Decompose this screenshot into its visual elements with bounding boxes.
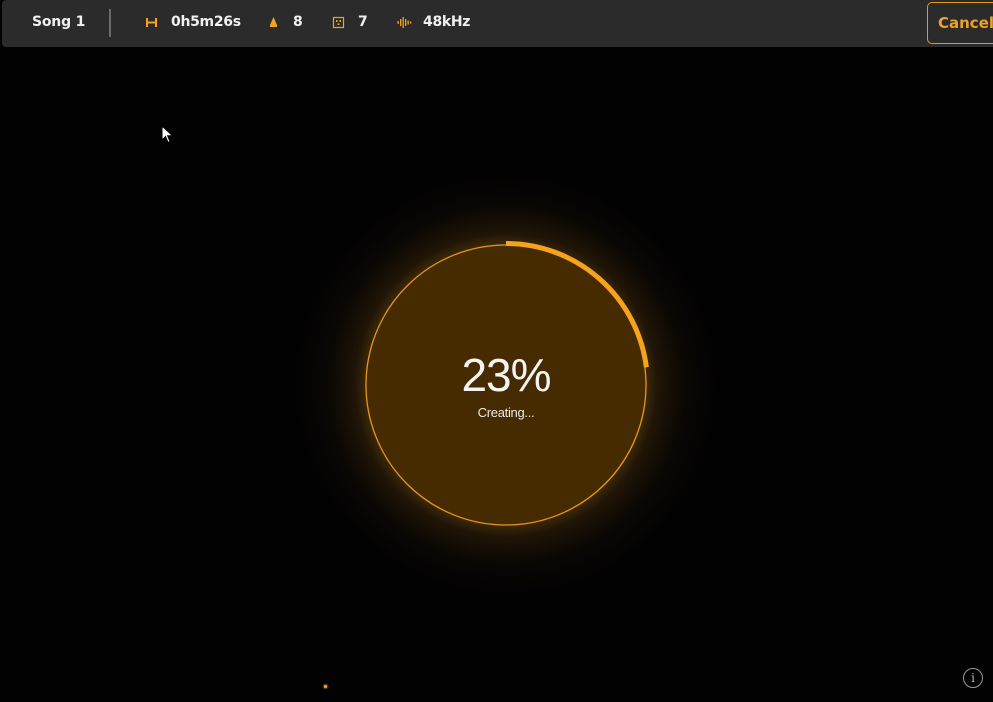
sample-rate-stat: 48kHz bbox=[397, 14, 470, 30]
info-button[interactable]: i bbox=[963, 668, 983, 688]
song-title: Song 1 bbox=[32, 14, 86, 30]
tracks-icon bbox=[270, 16, 277, 27]
app-window: Song 1 0h5m26s 8 7 48kHz Cancel 23% Crea… bbox=[0, 0, 993, 702]
top-toolbar: Song 1 0h5m26s 8 7 48kHz Cancel bbox=[2, 0, 993, 47]
spark-icon bbox=[322, 683, 329, 690]
bars-stat: 7 bbox=[332, 14, 368, 30]
info-icon: i bbox=[971, 671, 975, 685]
progress-percent: 23% bbox=[461, 349, 551, 401]
progress-status: Creating... bbox=[477, 405, 535, 420]
duration-stat: 0h5m26s bbox=[145, 14, 241, 30]
bars-value: 7 bbox=[358, 14, 368, 30]
sample-rate-value: 48kHz bbox=[423, 14, 471, 30]
duration-icon bbox=[146, 17, 157, 27]
progress-indicator: 23% Creating... bbox=[296, 175, 716, 595]
duration-value: 0h5m26s bbox=[171, 14, 241, 30]
cancel-button[interactable]: Cancel bbox=[927, 2, 993, 44]
mouse-cursor-icon bbox=[161, 125, 174, 144]
waveform-icon bbox=[397, 16, 412, 28]
bars-icon bbox=[332, 16, 345, 28]
toolbar-divider bbox=[109, 9, 111, 37]
tracks-value: 8 bbox=[293, 14, 303, 30]
tracks-stat: 8 bbox=[267, 14, 303, 30]
